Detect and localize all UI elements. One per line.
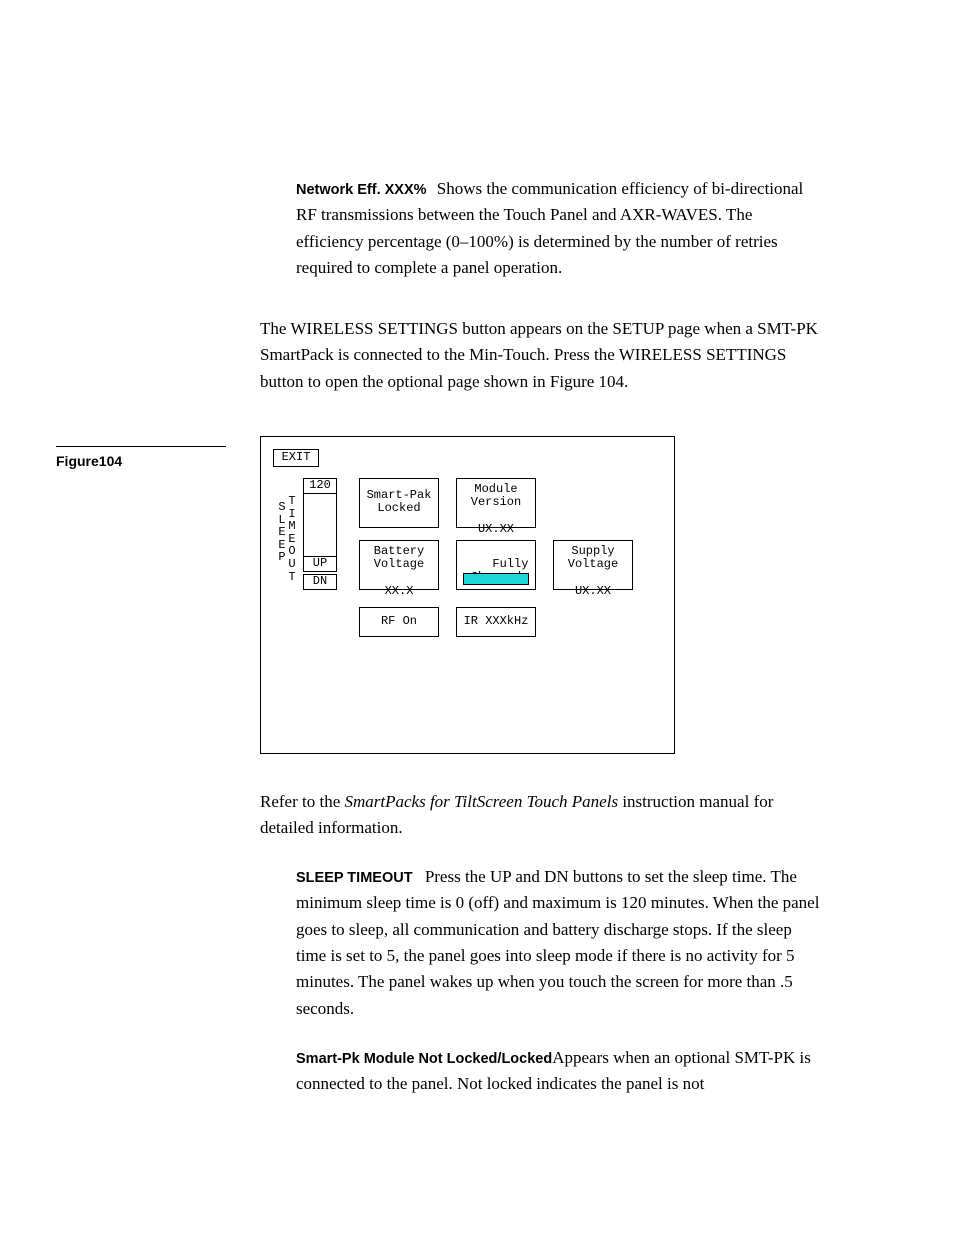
rf-status: RF On [359, 607, 439, 637]
sleep-value-display: 120 [303, 478, 337, 494]
figure-label: Figure104 [56, 446, 226, 473]
network-eff-heading: Network Eff. XXX% [296, 182, 427, 198]
dn-button[interactable]: DN [303, 574, 337, 590]
up-button[interactable]: UP [303, 556, 337, 572]
refer-paragraph: Refer to the SmartPacks for TiltScreen T… [260, 789, 820, 842]
exit-button[interactable]: EXIT [273, 449, 319, 467]
module-version: Module Version UX.XX [456, 478, 536, 528]
charge-bar [463, 573, 529, 585]
sleep-value-frame [303, 494, 337, 556]
sleep-timeout-body: Press the UP and DN buttons to set the s… [296, 867, 819, 1018]
sleep-timeout-heading: SLEEP TIMEOUT [296, 870, 413, 886]
sleep-label-col2: T I M E O U T [283, 495, 301, 583]
wireless-settings-paragraph: The WIRELESS SETTINGS button appears on … [260, 316, 820, 395]
wireless-settings-text: The WIRELESS SETTINGS button appears on … [260, 319, 818, 391]
smartpak-status: Smart-Pak Locked [359, 478, 439, 528]
refer-em: SmartPacks for TiltScreen Touch Panels [345, 792, 619, 811]
network-eff-paragraph: Network Eff. XXX% Shows the communicatio… [296, 176, 820, 281]
sleep-timeout-paragraph: SLEEP TIMEOUT Press the UP and DN button… [296, 864, 820, 1022]
smartpk-heading: Smart-Pk Module Not Locked/Locked [296, 1051, 552, 1067]
figure-104: EXIT S L E E P T I M E O U T 120 UP DN S… [260, 436, 675, 754]
battery-voltage: Battery Voltage XX.X [359, 540, 439, 590]
charge-status: Fully Charged [456, 540, 536, 590]
refer-pre: Refer to the [260, 792, 345, 811]
smartpk-paragraph: Smart-Pk Module Not Locked/LockedAppears… [296, 1045, 820, 1098]
supply-voltage: Supply Voltage UX.XX [553, 540, 633, 590]
ir-status: IR XXXkHz [456, 607, 536, 637]
